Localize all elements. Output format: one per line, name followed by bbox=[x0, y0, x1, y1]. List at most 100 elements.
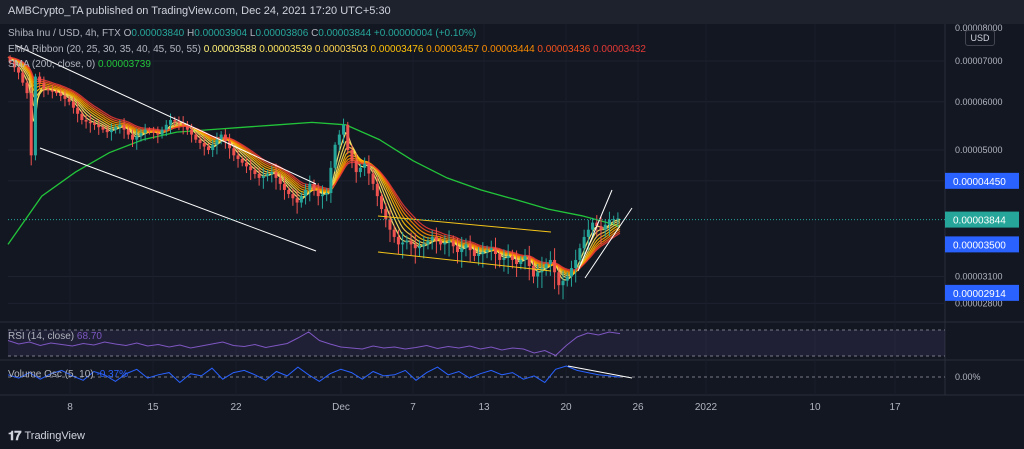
candle-body bbox=[198, 139, 202, 144]
price-marker-label: 0.00004450 bbox=[953, 177, 1006, 188]
candle-body bbox=[21, 72, 25, 83]
candle-body bbox=[282, 183, 286, 190]
ema-ribbon-line bbox=[7, 56, 621, 277]
candle-body bbox=[126, 129, 130, 135]
candle-body bbox=[401, 242, 405, 245]
candle-body bbox=[363, 163, 367, 168]
candle-body bbox=[582, 236, 586, 249]
candle-body bbox=[206, 146, 210, 151]
ema-title: EMA Ribbon (20, 25, 30, 35, 40, 45, 50, … bbox=[8, 44, 201, 55]
x-tick-label: 13 bbox=[478, 402, 490, 413]
candle-body bbox=[346, 124, 350, 151]
candle-body bbox=[337, 134, 341, 145]
candle-body bbox=[266, 173, 270, 176]
candle-body bbox=[523, 255, 527, 260]
ema-ribbon-line bbox=[7, 56, 621, 272]
candle-body bbox=[531, 266, 535, 277]
candle-body bbox=[118, 124, 122, 128]
candle-body bbox=[139, 132, 143, 137]
y-tick-label: 0.00005000 bbox=[955, 145, 1003, 155]
candle-body bbox=[63, 95, 67, 99]
candle-body bbox=[548, 259, 552, 264]
x-tick-label: 8 bbox=[67, 402, 73, 413]
price-marker-label: 0.00002914 bbox=[953, 289, 1006, 300]
candle-body bbox=[329, 167, 333, 194]
volume-osc-legend: Volume Osc (5, 10) -0.37% bbox=[8, 369, 128, 380]
candle-body bbox=[38, 76, 42, 83]
candle-body bbox=[88, 121, 92, 124]
symbol-legend: Shiba Inu / USD, 4h, FTX O0.00003840 H0.… bbox=[8, 28, 476, 39]
candle-body bbox=[105, 129, 109, 133]
candle-body bbox=[443, 242, 447, 245]
candle-body bbox=[249, 166, 253, 171]
candle-body bbox=[50, 90, 54, 92]
candle-body bbox=[536, 272, 540, 277]
candle-body bbox=[299, 196, 303, 203]
candle-body bbox=[481, 252, 485, 255]
y-tick-label: 0.00006000 bbox=[955, 97, 1003, 107]
candle-body bbox=[607, 219, 611, 225]
candle-body bbox=[46, 88, 50, 91]
candle-body bbox=[67, 98, 71, 102]
candle-body bbox=[114, 127, 118, 130]
candle-body bbox=[223, 134, 227, 142]
candle-body bbox=[409, 240, 413, 245]
candle-body bbox=[325, 193, 329, 195]
candle-body bbox=[308, 183, 312, 190]
candle-body bbox=[122, 124, 126, 130]
publisher-text: AMBCrypto_TA published on TradingView.co… bbox=[8, 5, 391, 17]
rsi-title: RSI (14, close) bbox=[8, 331, 75, 342]
candle-body bbox=[418, 246, 422, 249]
candle-body bbox=[42, 82, 46, 89]
candle-body bbox=[493, 248, 497, 255]
candle-body bbox=[350, 150, 354, 161]
candle-body bbox=[586, 229, 590, 237]
footer-bar bbox=[0, 425, 1024, 449]
candle-body bbox=[413, 244, 417, 249]
candle-body bbox=[371, 173, 375, 184]
candle-body bbox=[59, 93, 63, 96]
candle-body bbox=[472, 250, 476, 256]
ema-values: 0.00003588 0.00003539 0.00003503 0.00003… bbox=[204, 44, 646, 55]
chart-canvas[interactable]: 0.000028000.000031000.000044500.00005000… bbox=[0, 24, 1024, 425]
ema-ribbon-line bbox=[7, 56, 621, 281]
candle-body bbox=[131, 134, 135, 140]
ema-value: 0.00003539 bbox=[256, 44, 313, 55]
sma-value: 0.00003739 bbox=[98, 59, 151, 70]
candle-body bbox=[333, 144, 337, 168]
candle-body bbox=[164, 124, 168, 130]
rsi-legend: RSI (14, close) 68.70 bbox=[8, 331, 102, 342]
candle-body bbox=[489, 248, 493, 251]
candle-body bbox=[25, 82, 29, 94]
candle-body bbox=[261, 175, 265, 178]
candle-body bbox=[422, 244, 426, 247]
candle-body bbox=[173, 120, 177, 122]
candle-body bbox=[316, 189, 320, 197]
close-value: 0.00003844 bbox=[318, 28, 372, 39]
candle-body bbox=[177, 121, 181, 124]
volume-osc-title: Volume Osc (5, 10) bbox=[8, 369, 94, 380]
candle-body bbox=[287, 189, 291, 195]
x-tick-label: 17 bbox=[889, 402, 901, 413]
candle-body bbox=[392, 229, 396, 237]
candle-body bbox=[591, 222, 595, 230]
candle-body bbox=[553, 259, 557, 273]
candle-body bbox=[439, 240, 443, 245]
candle-body bbox=[384, 209, 388, 220]
candle-body bbox=[557, 272, 561, 286]
candle-body bbox=[574, 259, 578, 269]
candle-body bbox=[380, 196, 384, 210]
candle-body bbox=[599, 226, 603, 230]
high-value: 0.00003904 bbox=[194, 28, 248, 39]
candle-body bbox=[55, 91, 59, 94]
candle-body bbox=[278, 177, 282, 184]
y-tick-label: 0.00003100 bbox=[955, 271, 1003, 281]
ema-ribbon-line bbox=[7, 56, 621, 276]
x-tick-label: 2022 bbox=[695, 402, 718, 413]
candle-body bbox=[76, 107, 80, 114]
candle-body bbox=[143, 129, 147, 133]
volume-osc-trendline bbox=[567, 365, 633, 379]
currency-badge[interactable]: USD bbox=[965, 30, 995, 46]
candle-body bbox=[515, 259, 519, 264]
candle-body bbox=[80, 113, 84, 121]
